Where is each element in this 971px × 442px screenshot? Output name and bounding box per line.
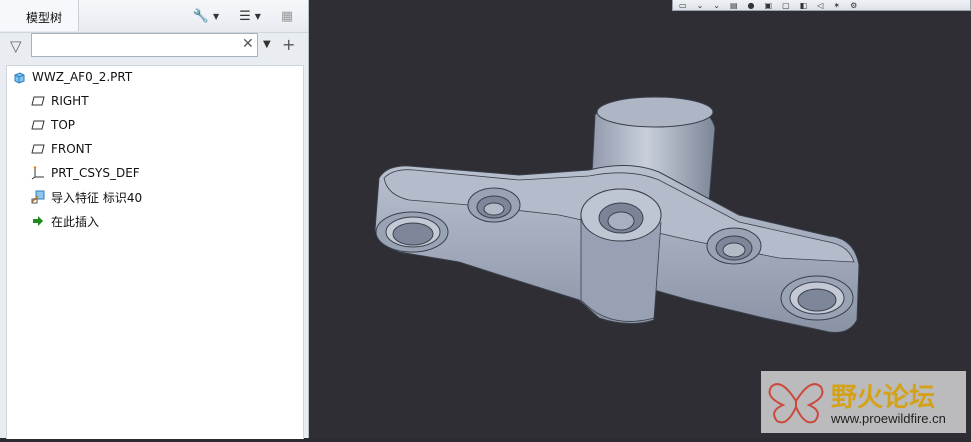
datum-plane-icon [29,141,47,157]
view-toolbar: ▭ ⌄ ⌄ ▤ ● ▣ ▢ ◧ ◁ ✶ ⚙ [672,0,971,11]
view-tool-icon[interactable]: ▤ [730,1,738,10]
tree-item-label: PRT_CSYS_DEF [51,166,140,180]
butterfly-logo-icon [768,383,824,424]
tree-item-front[interactable]: FRONT [29,138,92,160]
tools-icon: 🔧 [192,8,210,24]
search-input[interactable] [31,33,258,57]
tab-label: 模型树 [26,11,63,25]
view-tool-icon[interactable]: ◁ [817,1,823,10]
filter-icon[interactable]: ▽ [10,37,22,55]
insert-here-arrow-icon [29,213,47,229]
view-tool-icon[interactable]: ⚙ [850,1,857,10]
tree-item-right[interactable]: RIGHT [29,90,89,112]
tree-item-import-feature[interactable]: 导入特征 标识40 [29,186,142,208]
chevron-down-icon[interactable]: ▼ [263,39,271,50]
tree-item-insert-here[interactable]: 在此插入 [29,210,99,232]
tree-item-label: WWZ_AF0_2.PRT [32,70,133,84]
list-icon: ☰ [239,8,251,24]
tree-item-label: FRONT [51,142,92,156]
chevron-down-icon: ▼ [213,11,220,21]
watermark-logo: 野火论坛 www.proewildfire.cn [761,371,966,433]
coordinate-system-icon [29,165,47,181]
view-tool-icon[interactable]: ⌄ [713,1,720,10]
tree-item-label: 导入特征 标识40 [51,190,143,205]
hide-button[interactable]: ▦ [276,6,298,26]
import-feature-icon [29,189,47,205]
grid-hide-icon: ▦ [280,8,294,24]
add-icon[interactable]: + [282,35,295,54]
view-tool-icon[interactable]: ▭ [679,1,687,10]
view-tool-icon[interactable]: ◧ [800,1,808,10]
tree-item-label: 在此插入 [51,214,100,229]
tree-root-part[interactable]: WWZ_AF0_2.PRT [10,66,132,88]
model-tree: WWZ_AF0_2.PRT RIGHT TOP FRONT PRT_CSYS_D… [6,65,304,439]
datum-plane-icon [29,93,47,109]
chevron-down-icon: ▼ [254,11,261,21]
tree-item-csys[interactable]: PRT_CSYS_DEF [29,162,140,184]
view-tool-icon[interactable]: ✶ [833,1,840,10]
watermark-url: www.proewildfire.cn [831,411,946,426]
model-tree-panel: 模型树 🔧 ▼ ☰ ▼ ▦ ▽ ✕ ▼ + WWZ_AF0_2.PRT RIGHT [0,0,309,439]
view-tool-icon[interactable]: ● [748,1,755,10]
settings-button[interactable]: 🔧 ▼ [188,6,224,26]
view-tool-icon[interactable]: ▣ [765,1,773,10]
filter-row: ▽ ✕ ▼ + [0,32,308,62]
datum-plane-icon [29,117,47,133]
panel-header: 模型树 🔧 ▼ ☰ ▼ ▦ [0,0,308,33]
tab-model-tree[interactable]: 模型树 [0,0,79,31]
tree-item-top[interactable]: TOP [29,114,75,136]
tree-item-label: TOP [51,118,76,132]
watermark-title: 野火论坛 [831,383,936,413]
view-tool-icon[interactable]: ⌄ [697,1,704,10]
view-tool-icon[interactable]: ▢ [782,1,790,10]
tree-item-label: RIGHT [51,94,89,108]
clear-icon[interactable]: ✕ [242,36,254,52]
show-menu-button[interactable]: ☰ ▼ [232,6,268,26]
part-icon [10,69,28,85]
